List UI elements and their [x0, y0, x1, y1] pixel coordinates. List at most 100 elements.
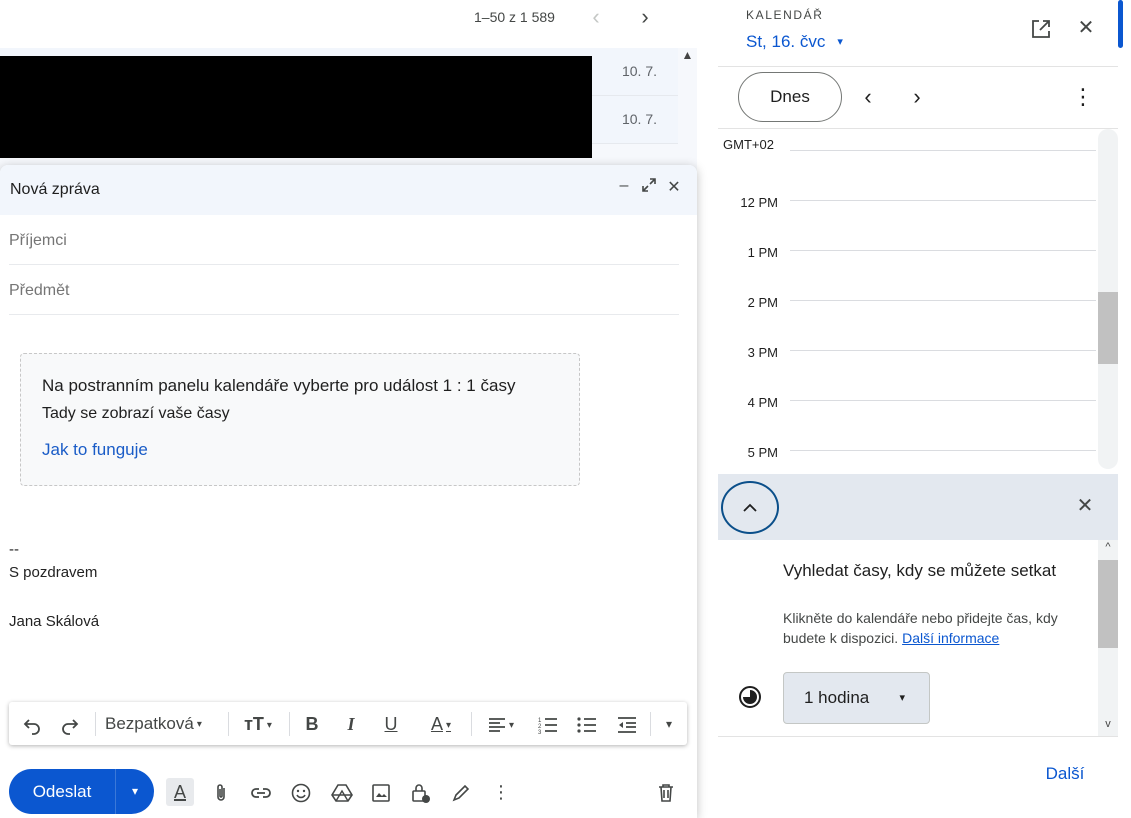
hour-label: 4 PM [747, 395, 778, 410]
pager-prev-icon[interactable]: ‹ [584, 4, 608, 30]
send-button[interactable]: Odeslat [9, 769, 115, 814]
discard-draft-icon[interactable] [652, 778, 680, 806]
formatting-options-icon[interactable]: A [166, 778, 194, 806]
divider [718, 736, 1118, 737]
timezone-label: GMT+02 [723, 137, 774, 152]
toolbar-separator [471, 712, 472, 736]
italic-icon[interactable]: I [340, 711, 362, 737]
next-button[interactable]: Další [1030, 760, 1100, 788]
divider [718, 66, 1118, 67]
bulleted-list-icon[interactable] [575, 711, 599, 737]
redo-icon[interactable] [59, 711, 81, 737]
calendar-date-picker[interactable]: St, 16. čvc ▾ [746, 32, 843, 52]
find-times-title: Vyhledat časy, kdy se můžete setkat [783, 561, 1057, 580]
bold-icon[interactable]: B [301, 711, 323, 737]
toolbar-separator [650, 712, 651, 736]
mail-date: 10. 7. [621, 111, 657, 127]
toolbar-separator [228, 712, 229, 736]
minimize-icon[interactable]: – [613, 177, 635, 201]
send-options-icon[interactable]: ▾ [115, 769, 154, 814]
hour-label: 3 PM [747, 345, 778, 360]
hour-line [790, 150, 1096, 151]
hour-line [790, 400, 1096, 401]
hour-line [790, 300, 1096, 301]
find-times-description: Klikněte do kalendáře nebo přidejte čas,… [783, 608, 1083, 648]
hour-line [790, 350, 1096, 351]
expand-icon[interactable] [638, 177, 660, 201]
pager-range: 1–50 z 1 589 [474, 9, 555, 25]
close-icon[interactable]: ✕ [663, 177, 685, 201]
signature-name: Jana Skálová [9, 613, 100, 630]
recipients-input[interactable] [9, 215, 679, 264]
scroll-down-arrow[interactable]: v [1098, 718, 1118, 734]
collapse-chevron-up-icon[interactable] [721, 481, 779, 534]
svg-text:3: 3 [538, 730, 542, 734]
font-family-value: Bezpatková [105, 714, 194, 733]
hour-label: 1 PM [747, 245, 778, 260]
scroll-up-arrow[interactable]: ^ [1098, 541, 1118, 557]
attach-file-icon[interactable] [207, 778, 235, 806]
compose-title: Nová zpráva [10, 181, 100, 198]
toolbar-separator [95, 712, 96, 736]
close-panel-icon[interactable]: ✕ [1073, 14, 1099, 42]
hour-line [790, 250, 1096, 251]
hour-label: 2 PM [747, 295, 778, 310]
time-slots-placeholder: Na postranním panelu kalendáře vyberte p… [20, 353, 580, 486]
page-scroll-thumb[interactable] [1118, 0, 1123, 48]
day-timeline[interactable]: GMT+02 12 PM 1 PM 2 PM 3 PM 4 PM 5 PM [718, 129, 1100, 469]
hour-label: 5 PM [747, 445, 778, 460]
indent-less-icon[interactable] [615, 711, 639, 737]
calendar-panel: KALENDÁŘ St, 16. čvc ▾ ✕ Dnes ‹ › ⋮ GMT+0… [718, 0, 1118, 818]
confidential-mode-icon[interactable] [407, 778, 435, 806]
emoji-icon[interactable] [287, 778, 315, 806]
undo-icon[interactable] [21, 711, 43, 737]
signature-greeting: S pozdravem [9, 564, 98, 581]
more-info-link[interactable]: Další informace [902, 630, 999, 646]
duration-select[interactable]: 1 hodina ▾ [783, 672, 930, 724]
formatting-toolbar: Bezpatková ▾ тT ▾ B I U A ▾ ▾ 123 ▾ [9, 702, 687, 745]
duration-value: 1 hodina [804, 688, 870, 707]
today-button[interactable]: Dnes [738, 72, 842, 122]
font-size-icon[interactable]: тT ▾ [237, 711, 279, 737]
how-it-works-link[interactable]: Jak to funguje [42, 440, 148, 460]
hour-line [790, 450, 1096, 451]
open-in-new-tab-icon[interactable] [1028, 14, 1054, 42]
find-times-scroll-thumb[interactable] [1098, 560, 1118, 648]
toolbar-separator [289, 712, 290, 736]
close-find-times-icon[interactable]: ✕ [1072, 492, 1098, 520]
insert-photo-icon[interactable] [367, 778, 395, 806]
numbered-list-icon[interactable]: 123 [536, 711, 560, 737]
list-toolbar: 1–50 z 1 589 ‹ › [0, 0, 697, 48]
caret-down-icon: ▾ [899, 692, 905, 704]
pager-next-icon[interactable]: › [633, 4, 657, 30]
compose-window: Nová zpráva – ✕ Na postranním panelu kal… [0, 165, 697, 818]
more-options-icon[interactable]: ⋮ [487, 778, 515, 806]
signature-icon[interactable] [447, 778, 475, 806]
next-day-icon[interactable]: › [903, 82, 931, 112]
hour-line [790, 200, 1096, 201]
drive-icon[interactable] [328, 778, 356, 806]
mail-date: 10. 7. [621, 63, 657, 79]
more-formatting-icon[interactable]: ▾ [659, 711, 679, 737]
text-color-icon[interactable]: A ▾ [421, 711, 461, 737]
subject-input[interactable] [9, 265, 679, 314]
page-scrollbar[interactable] [1118, 0, 1131, 818]
insert-link-icon[interactable] [247, 778, 275, 806]
calendar-label: KALENDÁŘ [746, 8, 824, 22]
underline-icon[interactable]: U [380, 711, 402, 737]
subject-field[interactable] [9, 265, 679, 315]
timeline-scroll-thumb[interactable] [1098, 292, 1118, 364]
font-family-select[interactable]: Bezpatková ▾ [105, 711, 202, 737]
calendar-date: St, 16. čvc [746, 32, 826, 51]
hour-label: 12 PM [740, 195, 778, 210]
compose-header[interactable]: Nová zpráva – ✕ [0, 165, 697, 215]
caret-down-icon: ▾ [196, 719, 202, 730]
more-options-icon[interactable]: ⋮ [1069, 82, 1097, 112]
signature-separator: -- [9, 541, 19, 558]
previous-day-icon[interactable]: ‹ [854, 82, 882, 112]
align-icon[interactable]: ▾ [481, 711, 521, 737]
list-scroll-up-arrow[interactable]: ▲ [678, 48, 697, 68]
info-title: Na postranním panelu kalendáře vyberte p… [42, 376, 516, 395]
caret-down-icon: ▾ [837, 36, 843, 48]
recipients-field[interactable] [9, 215, 679, 265]
